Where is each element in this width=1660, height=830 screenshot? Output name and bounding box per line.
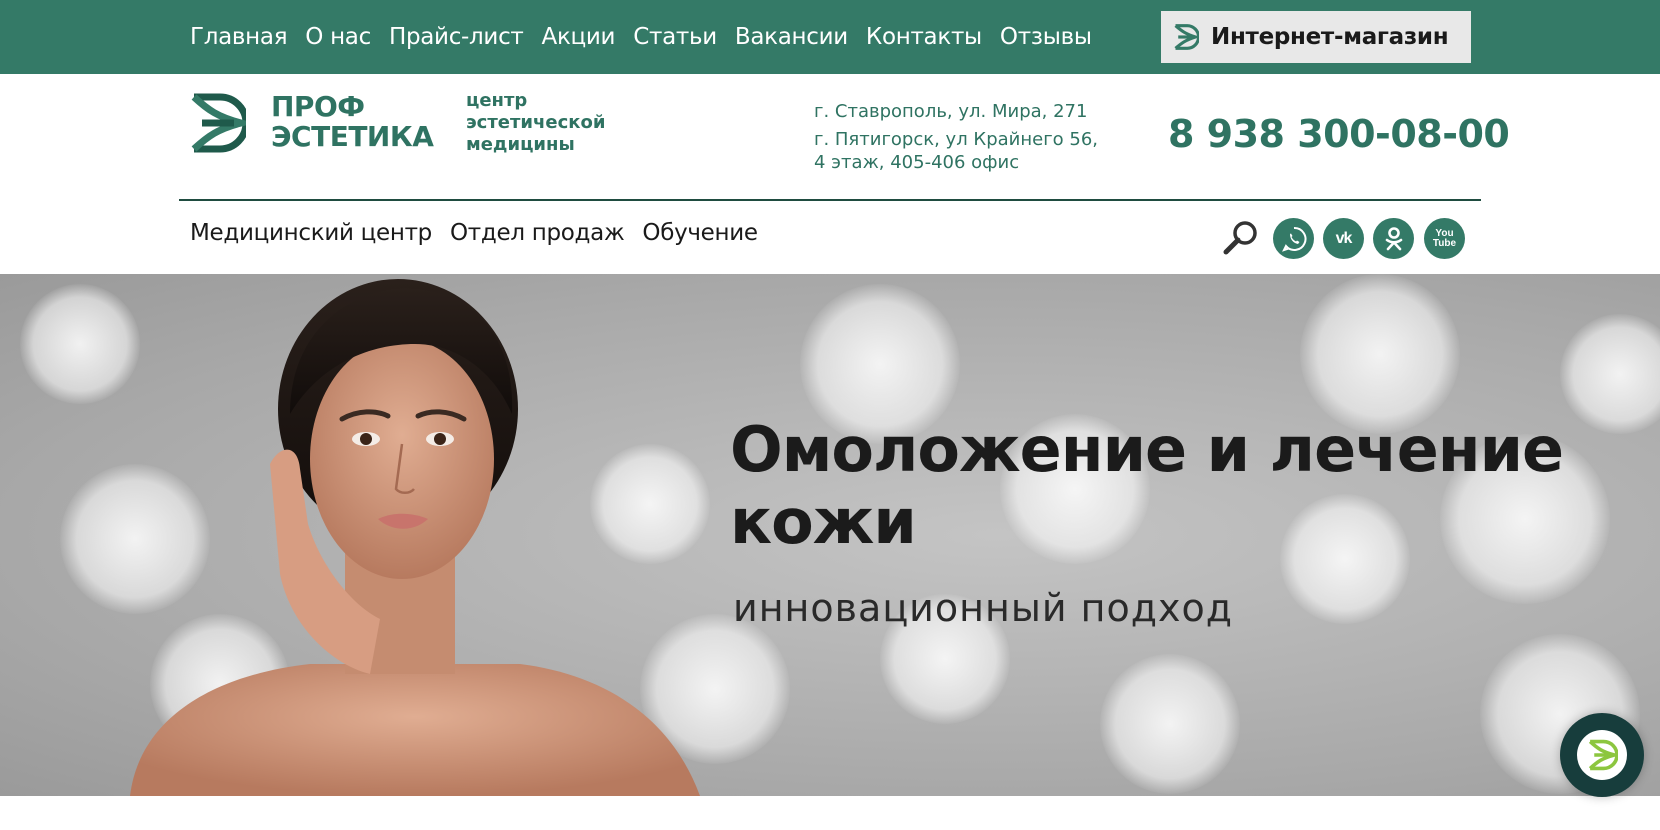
odnoklassniki-icon[interactable] (1373, 218, 1414, 259)
address-pyatigorsk-line2: 4 этаж, 405-406 офис (814, 152, 1020, 173)
topnav-item-articles[interactable]: Статьи (633, 24, 717, 50)
hero-title-line1: Омоложение и лечение (730, 413, 1564, 486)
youtube-icon[interactable]: You Tube (1424, 218, 1465, 259)
online-shop-button[interactable]: Интернет-магазин (1161, 11, 1471, 63)
section-nav: Медицинский центр Отдел продаж Обучение (190, 220, 776, 246)
bokeh-light (1300, 274, 1460, 434)
brand-name-line2: ЭСТЕТИКА (271, 120, 434, 153)
topnav-item-about[interactable]: О нас (305, 24, 371, 50)
address-stavropol: г. Ставрополь, ул. Мира, 271 (814, 101, 1088, 122)
hero-banner[interactable]: Омоложение и лечение кожи инновационный … (0, 274, 1660, 796)
hero-title: Омоложение и лечение кожи (730, 414, 1630, 558)
brand-tagline: центр эстетической медицины (466, 90, 605, 156)
chat-widget-button[interactable] (1560, 713, 1644, 797)
topnav-item-prices[interactable]: Прайс-лист (389, 24, 524, 50)
brand-logo-icon (1174, 24, 1199, 50)
search-icon[interactable] (1222, 219, 1260, 257)
brand-name[interactable]: ПРОФ ЭСТЕТИКА (271, 90, 434, 153)
model-portrait (130, 279, 700, 796)
subnav-item-sales[interactable]: Отдел продаж (450, 220, 625, 246)
topnav-item-reviews[interactable]: Отзывы (1000, 24, 1092, 50)
address-pyatigorsk-line1: г. Пятигорск, ул Крайнего 56, (814, 129, 1099, 150)
subnav-item-medical-center[interactable]: Медицинский центр (190, 220, 432, 246)
online-shop-label: Интернет-магазин (1211, 24, 1449, 50)
hero-title-line2: кожи (730, 485, 917, 558)
youtube-text-line2: Tube (1432, 237, 1457, 249)
address-pyatigorsk: г. Пятигорск, ул Крайнего 56, 4 этаж, 40… (814, 128, 1098, 174)
tagline-line3: медицины (466, 134, 575, 155)
topnav-item-promotions[interactable]: Акции (542, 24, 616, 50)
tagline-line1: центр (466, 90, 528, 111)
top-nav: Главная О нас Прайс-лист Акции Статьи Ва… (190, 0, 1110, 74)
topnav-item-contacts[interactable]: Контакты (866, 24, 982, 50)
chat-widget-inner (1577, 730, 1627, 780)
youtube-text-line1: You (1435, 227, 1454, 239)
chat-logo-icon (1588, 739, 1618, 771)
vk-icon-text: vk (1335, 229, 1353, 247)
top-bar: Главная О нас Прайс-лист Акции Статьи Ва… (0, 0, 1660, 74)
topnav-item-home[interactable]: Главная (190, 24, 288, 50)
bokeh-light (1100, 654, 1240, 794)
bokeh-light (20, 284, 140, 404)
odnoklassniki-glyph-icon (1385, 226, 1402, 250)
header-divider (179, 199, 1481, 201)
brand-name-line1: ПРОФ (271, 90, 365, 123)
subnav-item-training[interactable]: Обучение (642, 220, 758, 246)
youtube-icon-text: You Tube (1432, 227, 1457, 249)
hero-subtitle: инновационный подход (733, 586, 1233, 630)
vk-icon[interactable]: vk (1323, 218, 1364, 259)
whatsapp-glyph-icon (1281, 226, 1306, 252)
tagline-line2: эстетической (466, 112, 606, 133)
whatsapp-icon[interactable] (1273, 218, 1314, 259)
topnav-item-vacancies[interactable]: Вакансии (735, 24, 848, 50)
brand-logo[interactable] (188, 92, 246, 154)
phone-number[interactable]: 8 938 300-08-00 (1168, 112, 1510, 156)
